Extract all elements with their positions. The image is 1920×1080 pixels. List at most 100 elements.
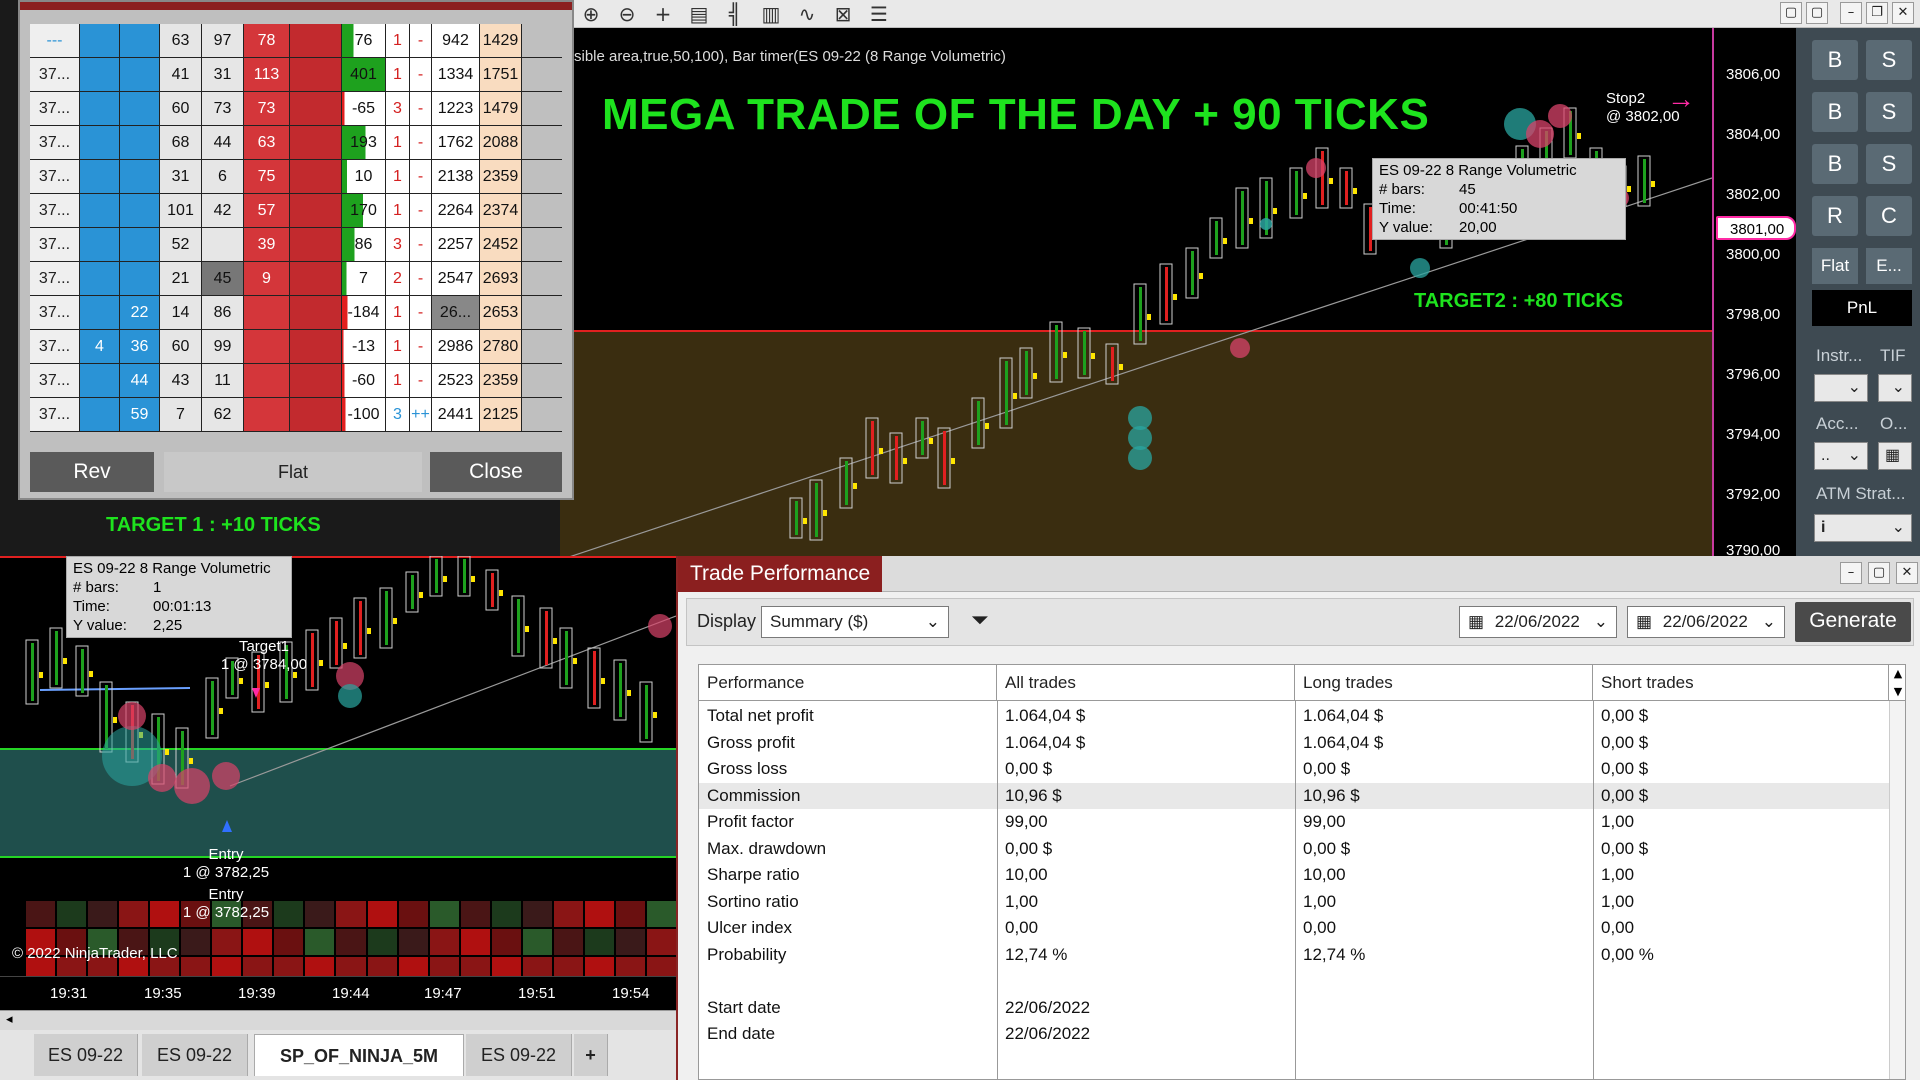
- performance-row[interactable]: [699, 968, 1889, 994]
- performance-row[interactable]: Probability 12,74 % 12,74 % 0,00 %: [699, 942, 1889, 968]
- header-all-trades[interactable]: All trades: [997, 665, 1295, 701]
- list-icon[interactable]: ☰: [866, 2, 892, 26]
- sell-count-cell[interactable]: 97: [202, 24, 244, 57]
- buy-count-cell[interactable]: 52: [160, 228, 202, 261]
- layout-icon[interactable]: ▢: [1780, 2, 1802, 24]
- ask-size-cell[interactable]: [290, 398, 342, 431]
- performance-row[interactable]: Gross loss 0,00 $ 0,00 $ 0,00 $: [699, 756, 1889, 782]
- flat-button[interactable]: Flat: [1812, 248, 1858, 284]
- ask-size-cell[interactable]: [290, 126, 342, 159]
- dom-row[interactable]: 37... 41 31 113 401 1-1334 1751: [30, 58, 562, 92]
- sell-count-cell[interactable]: 6: [202, 160, 244, 193]
- layout-2-icon[interactable]: ▢: [1806, 2, 1828, 24]
- performance-row[interactable]: Total net profit 1.064,04 $ 1.064,04 $ 0,00…: [699, 703, 1889, 729]
- sell-count-cell[interactable]: 86: [202, 296, 244, 329]
- tab-es-09-22-3[interactable]: ES 09-22: [466, 1034, 572, 1076]
- bid-size-cell[interactable]: [80, 262, 120, 295]
- bid-size-cell[interactable]: [80, 58, 120, 91]
- sort-arrows-icon[interactable]: ▲ ▼: [1889, 665, 1905, 701]
- performance-row[interactable]: Sortino ratio 1,00 1,00 1,00: [699, 889, 1889, 915]
- price-cell[interactable]: 37...: [30, 262, 80, 295]
- target1-marker[interactable]: Target1 1 @ 3784,00: [206, 638, 322, 674]
- sell-limit-button[interactable]: S: [1866, 92, 1912, 132]
- bar-type-icon[interactable]: ╣: [722, 2, 748, 26]
- ask-volume-cell[interactable]: 113: [244, 58, 290, 91]
- price-cell[interactable]: 37...: [30, 296, 80, 329]
- ask-volume-cell[interactable]: 39: [244, 228, 290, 261]
- bid-volume-cell[interactable]: 22: [120, 296, 160, 329]
- sell-count-cell[interactable]: 73: [202, 92, 244, 125]
- price-cell[interactable]: 37...: [30, 92, 80, 125]
- vertical-scrollbar[interactable]: [1889, 701, 1905, 1079]
- bid-volume-cell[interactable]: [120, 194, 160, 227]
- bid-volume-cell[interactable]: 36: [120, 330, 160, 363]
- close-icon[interactable]: ✕: [1896, 562, 1918, 584]
- price-cell[interactable]: 37...: [30, 330, 80, 363]
- atm-strategy-select[interactable]: i ⌄: [1814, 514, 1912, 542]
- ask-size-cell[interactable]: [290, 330, 342, 363]
- zoom-in-icon[interactable]: ⊕: [578, 2, 604, 26]
- bid-volume-cell[interactable]: 59: [120, 398, 160, 431]
- bid-size-cell[interactable]: [80, 398, 120, 431]
- entry-marker-2[interactable]: Entry 1 @ 3782,25: [170, 886, 282, 922]
- price-axis[interactable]: 3806,00 3804,00 3802,00 3800,00 3798,00 …: [1712, 28, 1796, 560]
- ask-size-cell[interactable]: [290, 262, 342, 295]
- close-position-button[interactable]: Close: [430, 452, 562, 492]
- crosshair-icon[interactable]: +: [650, 2, 676, 26]
- buy-count-cell[interactable]: 31: [160, 160, 202, 193]
- bid-volume-cell[interactable]: 44: [120, 364, 160, 397]
- strategies-icon[interactable]: ∿: [794, 2, 820, 26]
- ask-size-cell[interactable]: [290, 160, 342, 193]
- buy-count-cell[interactable]: 21: [160, 262, 202, 295]
- ask-size-cell[interactable]: [290, 228, 342, 261]
- rev-button[interactable]: Rev: [30, 452, 154, 492]
- minimize-icon[interactable]: –: [1840, 562, 1862, 584]
- restore-icon[interactable]: ❐: [1866, 2, 1888, 24]
- ask-volume-cell[interactable]: 57: [244, 194, 290, 227]
- buy-count-cell[interactable]: 43: [160, 364, 202, 397]
- ask-volume-cell[interactable]: [244, 296, 290, 329]
- header-short-trades[interactable]: Short trades: [1593, 665, 1889, 701]
- header-long-trades[interactable]: Long trades: [1295, 665, 1593, 701]
- price-cell[interactable]: ---: [30, 24, 80, 57]
- bid-volume-cell[interactable]: [120, 160, 160, 193]
- ask-volume-cell[interactable]: [244, 398, 290, 431]
- sell-count-cell[interactable]: 62: [202, 398, 244, 431]
- date-to-picker[interactable]: ▦ 22/06/2022 ⌄: [1627, 606, 1785, 638]
- ask-volume-cell[interactable]: 78: [244, 24, 290, 57]
- dom-row[interactable]: 37... 101 42 57 170 1-2264 2374: [30, 194, 562, 228]
- filter-icon[interactable]: ⏷: [971, 607, 989, 633]
- account-select[interactable]: .. ⌄: [1814, 442, 1868, 470]
- buy-count-cell[interactable]: 14: [160, 296, 202, 329]
- bid-volume-cell[interactable]: [120, 262, 160, 295]
- price-cell[interactable]: 37...: [30, 126, 80, 159]
- exit-button[interactable]: E...: [1866, 248, 1912, 284]
- ask-size-cell[interactable]: [290, 364, 342, 397]
- performance-row[interactable]: Gross profit 1.064,04 $ 1.064,04 $ 0,00 $: [699, 730, 1889, 756]
- price-cell[interactable]: 37...: [30, 160, 80, 193]
- close-icon[interactable]: ✕: [1892, 2, 1914, 24]
- bid-size-cell[interactable]: [80, 296, 120, 329]
- bid-volume-cell[interactable]: [120, 126, 160, 159]
- bid-size-cell[interactable]: [80, 126, 120, 159]
- ask-volume-cell[interactable]: 9: [244, 262, 290, 295]
- dom-row[interactable]: 37... 60 73 73 -65 3-1223 1479: [30, 92, 562, 126]
- minimize-icon[interactable]: –: [1840, 2, 1862, 24]
- price-cell[interactable]: 37...: [30, 364, 80, 397]
- ask-size-cell[interactable]: [290, 92, 342, 125]
- buy-limit-button[interactable]: B: [1812, 92, 1858, 132]
- dom-row[interactable]: 37... 59 7 62 -100 3 ++ 2441 2125: [30, 398, 562, 432]
- zoom-out-icon[interactable]: ⊖: [614, 2, 640, 26]
- bid-volume-cell[interactable]: [120, 92, 160, 125]
- buy-count-cell[interactable]: 60: [160, 330, 202, 363]
- buy-count-cell[interactable]: 41: [160, 58, 202, 91]
- secondary-chart[interactable]: ES 09-22 8 Range Volumetric # bars: 1 Tim…: [0, 556, 676, 1000]
- flat-button[interactable]: Flat: [164, 452, 422, 492]
- sell-count-cell[interactable]: 42: [202, 194, 244, 227]
- sell-count-cell[interactable]: 45: [202, 262, 244, 295]
- horizontal-scrollbar[interactable]: ◂: [0, 1010, 676, 1030]
- indicators-icon[interactable]: ▥: [758, 2, 784, 26]
- tp-title[interactable]: Trade Performance: [678, 556, 883, 592]
- generate-button[interactable]: Generate: [1795, 602, 1911, 642]
- entry-marker[interactable]: Entry 1 @ 3782,25: [170, 846, 282, 882]
